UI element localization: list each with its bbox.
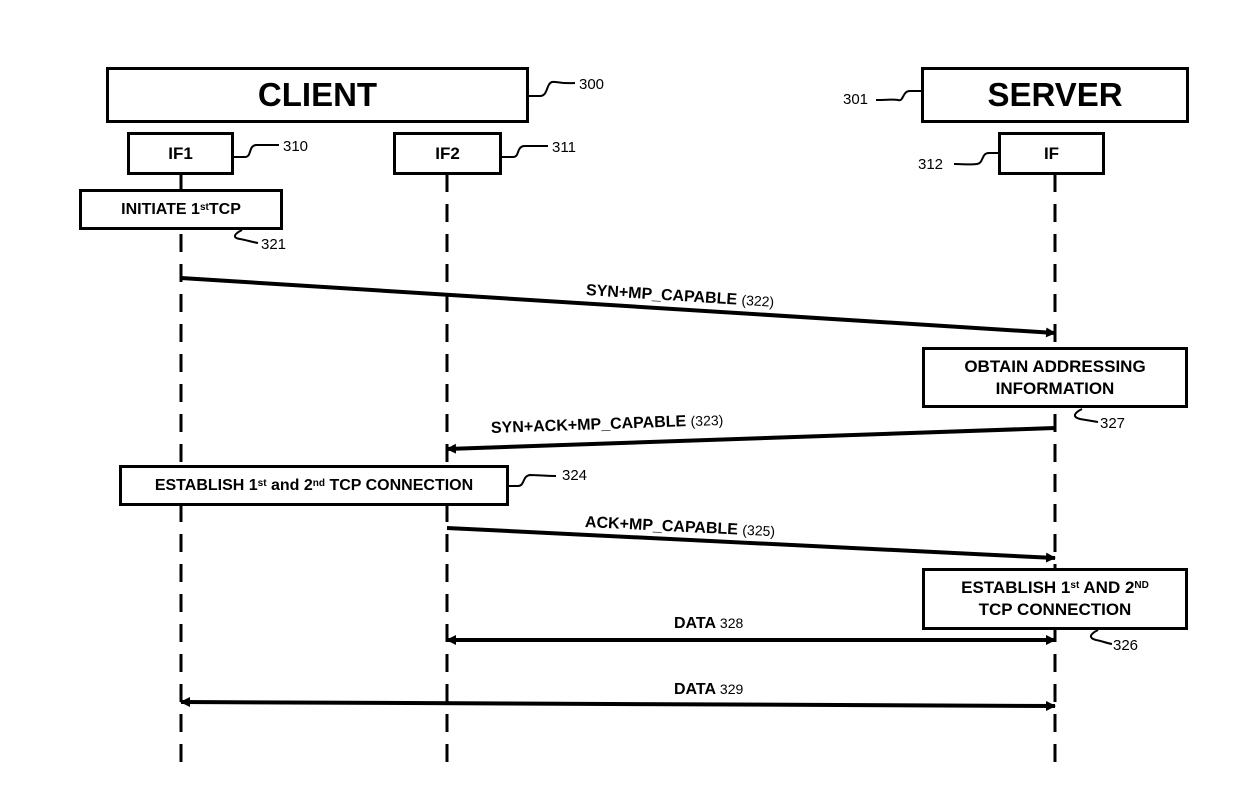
leader-310 xyxy=(233,144,279,158)
initiate-tcp-box: INITIATE 1st TCP xyxy=(79,189,283,230)
ref-300: 300 xyxy=(579,76,605,93)
message-arrow-329 xyxy=(180,697,1056,711)
establish-client-sup1: st xyxy=(257,478,267,489)
leader-312 xyxy=(953,152,999,166)
establish-client-text-b: and 2 xyxy=(266,476,313,494)
establish-server-text-a: ESTABLISH 1 xyxy=(961,578,1071,597)
leader-321 xyxy=(234,229,259,244)
establish-server-sup1: st xyxy=(1070,580,1080,591)
leader-301 xyxy=(875,90,922,102)
message-label-329: DATA 329 xyxy=(674,681,743,699)
ref-324: 324 xyxy=(562,467,588,484)
obtain-addressing-box: OBTAIN ADDRESSING INFORMATION xyxy=(922,347,1188,408)
ref-311: 311 xyxy=(552,139,576,156)
ref-312: 312 xyxy=(918,156,944,173)
server-box: SERVER xyxy=(921,67,1189,123)
establish-server-sup2: ND xyxy=(1134,580,1149,591)
establish-client-text-c: TCP CONNECTION xyxy=(325,476,474,494)
leader-326 xyxy=(1090,629,1113,645)
ref-327: 327 xyxy=(1100,415,1126,432)
obtain-line1: OBTAIN ADDRESSING xyxy=(964,356,1146,376)
message-322-ref: (322) xyxy=(741,291,775,310)
message-328-ref: 328 xyxy=(719,615,744,631)
ref-310: 310 xyxy=(283,138,309,155)
establish-server-line1: ESTABLISH 1st AND 2ND xyxy=(961,577,1149,599)
client-box: CLIENT xyxy=(106,67,529,123)
ref-326: 326 xyxy=(1113,637,1139,654)
establish-client-box: ESTABLISH 1st and 2nd TCP CONNECTION xyxy=(119,465,509,506)
establish-server-line2: TCP CONNECTION xyxy=(978,600,1132,619)
obtain-line2: INFORMATION xyxy=(995,378,1115,398)
interface-if2: IF2 xyxy=(393,132,502,175)
initiate-text: INITIATE 1 xyxy=(121,200,200,218)
establish-client-text-a: ESTABLISH 1 xyxy=(154,476,258,494)
message-329-text: DATA xyxy=(674,681,716,698)
leader-311 xyxy=(501,145,548,158)
message-328-text: DATA xyxy=(674,615,716,632)
interface-if: IF xyxy=(998,132,1105,175)
ref-321: 321 xyxy=(261,236,287,253)
message-label-328: DATA 328 xyxy=(674,615,743,633)
establish-client-sup2: nd xyxy=(312,478,326,489)
leader-324 xyxy=(508,473,557,487)
interface-if1: IF1 xyxy=(127,132,234,175)
establish-server-box: ESTABLISH 1st AND 2ND TCP CONNECTION xyxy=(922,568,1188,630)
leader-327 xyxy=(1074,408,1099,423)
establish-server-text-b: AND 2 xyxy=(1079,578,1135,597)
message-325-ref: (325) xyxy=(741,521,776,540)
leader-300 xyxy=(528,80,576,97)
initiate-text-post: TCP xyxy=(208,200,241,218)
message-329-ref: 329 xyxy=(719,681,744,697)
initiate-sup: st xyxy=(199,202,209,213)
ref-301: 301 xyxy=(843,91,869,108)
message-323-ref: (323) xyxy=(690,411,724,430)
